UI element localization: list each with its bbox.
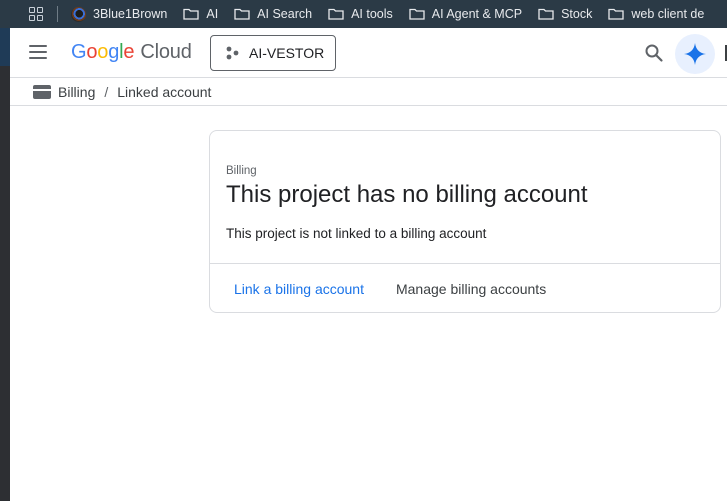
logo-google-text: Google: [71, 41, 135, 63]
folder-icon: [409, 8, 425, 20]
bookmark-folder-ai-tools[interactable]: AI tools: [328, 7, 393, 21]
window-left-edge: [0, 0, 10, 501]
logo-cloud-text: Cloud: [140, 41, 192, 63]
bookmark-label: 3Blue1Brown: [93, 7, 168, 21]
project-name: AI-VESTOR: [249, 45, 325, 61]
bookmark-3blue1brown[interactable]: 3Blue1Brown: [71, 6, 168, 22]
gemini-sparkle-icon: [684, 43, 706, 65]
site-favicon-icon: [71, 6, 86, 22]
breadcrumb-current: Linked account: [117, 83, 212, 100]
bookmarks-bar: 3Blue1Brown AI AI Search AI tools AI Age…: [0, 0, 727, 28]
bookmarks-separator: [57, 6, 58, 22]
manage-billing-accounts-button[interactable]: Manage billing accounts: [396, 281, 546, 297]
card-actions: Link a billing account Manage billing ac…: [210, 264, 546, 313]
card-title: This project has no billing account: [226, 181, 588, 208]
apps-grid-icon[interactable]: [29, 7, 43, 21]
card-overline: Billing: [226, 165, 257, 177]
folder-icon: [328, 8, 344, 20]
bookmark-folder-ai-search[interactable]: AI Search: [234, 7, 312, 21]
breadcrumb-billing-link[interactable]: Billing: [58, 84, 95, 100]
link-billing-account-button[interactable]: Link a billing account: [234, 281, 364, 297]
project-dots-icon: [226, 46, 239, 60]
bookmark-label: AI Agent & MCP: [431, 7, 523, 21]
folder-icon: [538, 8, 554, 20]
folder-icon: [234, 8, 250, 20]
folder-icon: [183, 8, 200, 20]
bookmark-label: Stock: [561, 7, 593, 21]
breadcrumb: Billing / Linked account: [10, 78, 727, 106]
bookmark-folder-ai[interactable]: AI: [183, 7, 218, 21]
project-picker-button[interactable]: AI-VESTOR: [210, 35, 336, 71]
bookmark-label: AI tools: [351, 7, 393, 21]
bookmark-folder-ai-agent-mcp[interactable]: AI Agent & MCP: [409, 7, 522, 21]
bookmark-folder-stock[interactable]: Stock: [538, 7, 592, 21]
bookmark-label: AI Search: [257, 7, 313, 21]
gemini-assist-button[interactable]: [675, 34, 715, 74]
billing-card-icon: [33, 84, 51, 99]
search-icon[interactable]: [644, 43, 664, 63]
bookmark-folder-web-client[interactable]: web client de: [608, 7, 704, 21]
google-cloud-logo[interactable]: Google Cloud: [71, 41, 192, 64]
main-menu-icon[interactable]: [29, 45, 47, 59]
card-description: This project is not linked to a billing …: [226, 226, 487, 241]
bookmark-label: AI: [206, 7, 219, 21]
bookmark-label: web client de: [631, 7, 705, 21]
top-app-bar: Google Cloud AI-VESTOR: [10, 28, 727, 78]
breadcrumb-separator: /: [104, 83, 109, 100]
no-billing-card: Billing This project has no billing acco…: [209, 130, 721, 313]
folder-icon: [608, 8, 624, 20]
